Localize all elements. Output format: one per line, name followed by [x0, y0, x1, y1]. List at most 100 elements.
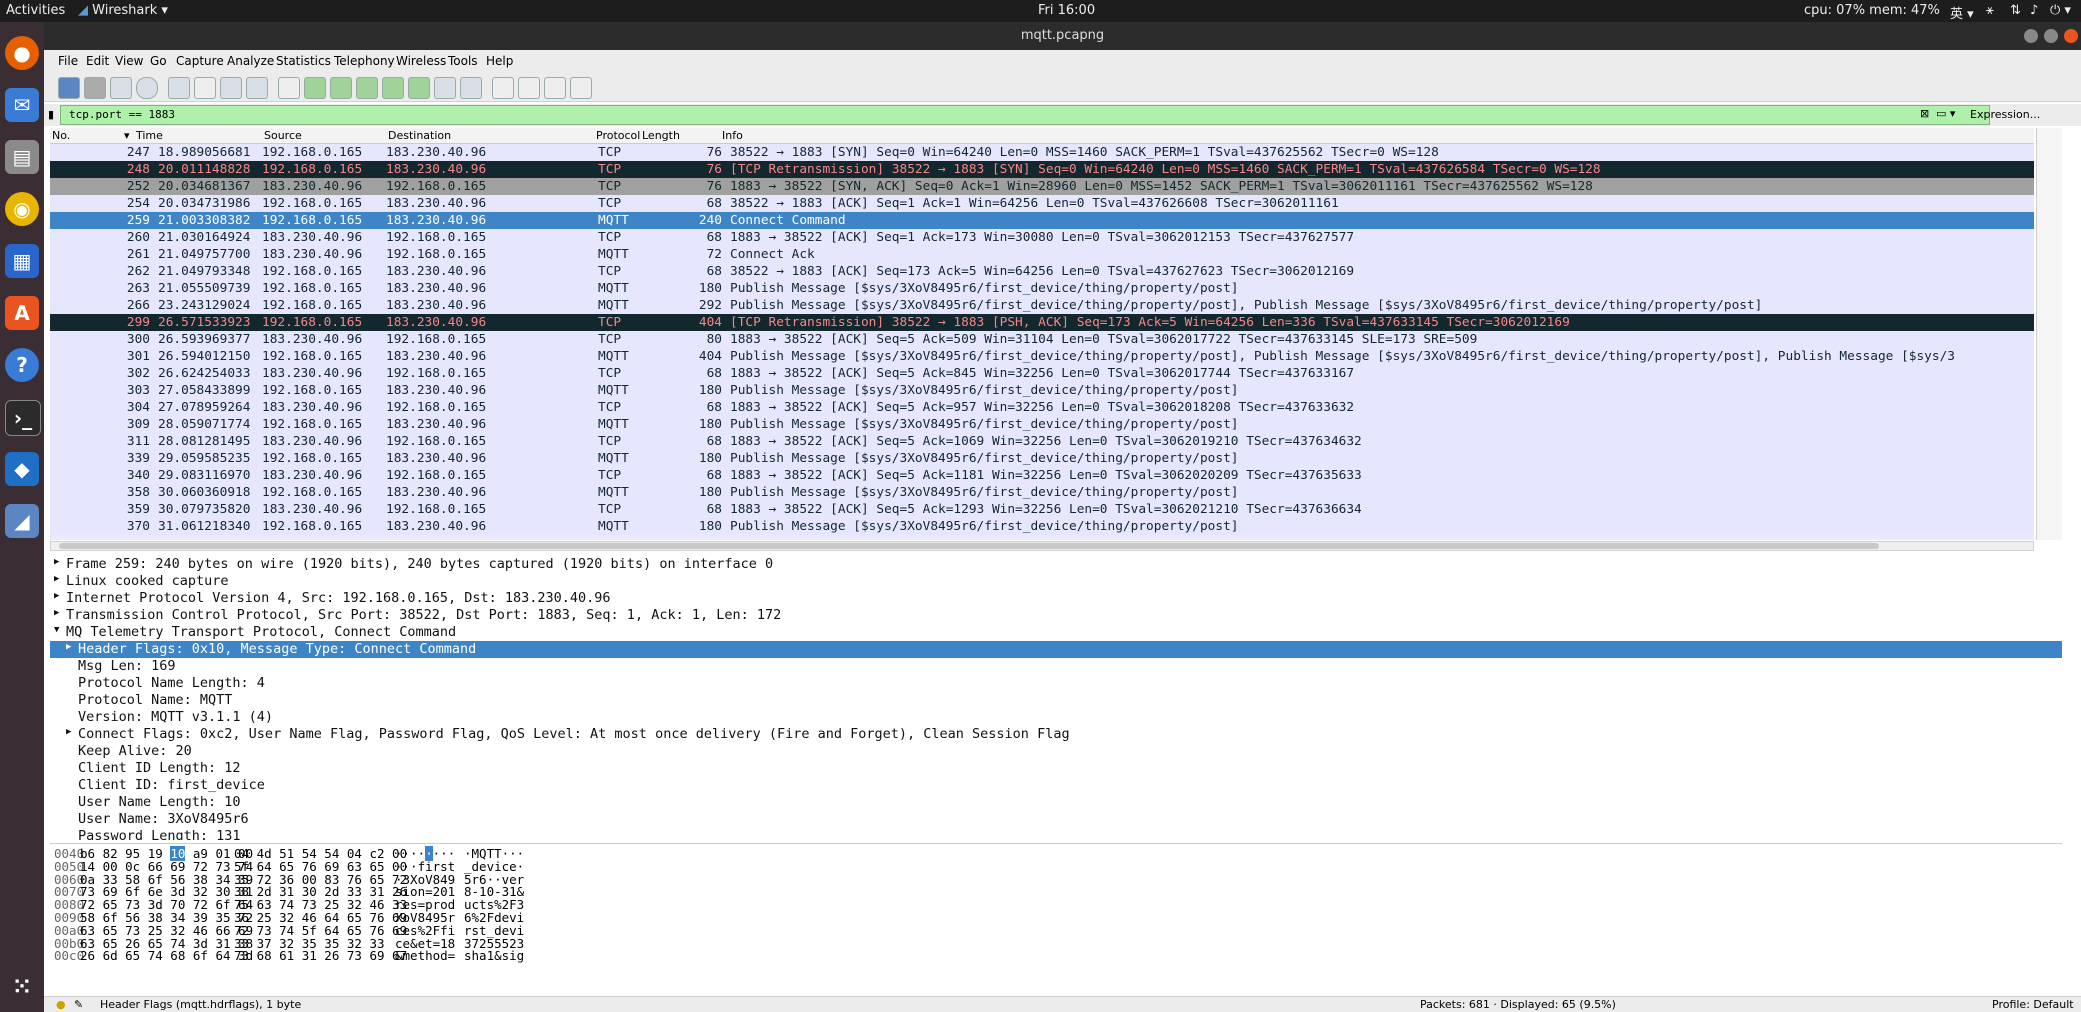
detail-tree-item[interactable]: ▶ Transmission Control Protocol, Src Port…	[50, 607, 2062, 624]
show-applications-icon[interactable]: ⁙	[5, 970, 39, 1004]
bytes-row[interactable]: 00c0 26 6d 65 74 68 6f 64 3d 73 68 61 31 2…	[50, 948, 650, 964]
bookmark-icon[interactable]: ▮	[48, 108, 54, 121]
collapsed-arrow-icon[interactable]: ▶	[54, 591, 59, 601]
packet-row[interactable]: 254 20.034731986 192.168.0.165 183.230.40.9…	[50, 195, 2034, 212]
menu-statistics[interactable]: Statistics	[276, 54, 331, 68]
expert-info-icon[interactable]: ●	[56, 998, 66, 1011]
packet-row[interactable]: 358 30.060360918 192.168.0.165 183.230.40.9…	[50, 484, 2034, 501]
maximize-icon[interactable]	[2044, 29, 2058, 43]
window-title-bar[interactable]: mqtt.pcapng	[44, 22, 2081, 50]
packet-row[interactable]: 309 28.059071774 192.168.0.165 183.230.40.9…	[50, 416, 2034, 433]
autoscroll-icon[interactable]	[434, 77, 456, 99]
menu-view[interactable]: View	[115, 54, 143, 68]
input-method-indicator[interactable]: 英 ▾	[1950, 3, 1974, 22]
detail-tree-item[interactable]: ▼ MQ Telemetry Transport Protocol, Connec…	[50, 624, 2062, 641]
help-icon[interactable]: ?	[5, 348, 39, 382]
detail-tree-item[interactable]: Password Length: 131	[50, 828, 2062, 840]
detail-tree-item[interactable]: Protocol Name Length: 4	[50, 675, 2062, 692]
accessibility-icon[interactable]: ⚹	[1986, 3, 1994, 18]
packet-row[interactable]: 266 23.243129024 192.168.0.165 183.230.40.9…	[50, 297, 2034, 314]
wireshark-icon[interactable]: ◢	[5, 504, 39, 538]
go-back-icon[interactable]	[304, 77, 326, 99]
menu-help[interactable]: Help	[486, 54, 513, 68]
packet-row[interactable]: 302 26.624254033 183.230.40.96 192.168.0.16…	[50, 365, 2034, 382]
packet-list[interactable]: 247 18.989056681 192.168.0.165 183.230.40.9…	[50, 144, 2034, 540]
detail-tree-item[interactable]: User Name Length: 10	[50, 794, 2062, 811]
menu-wireless[interactable]: Wireless	[396, 54, 446, 68]
menu-capture[interactable]: Capture	[176, 54, 224, 68]
detail-tree-item[interactable]: Client ID Length: 12	[50, 760, 2062, 777]
detail-tree-item[interactable]: Client ID: first_device	[50, 777, 2062, 794]
volume-icon[interactable]: ♪	[2030, 3, 2038, 18]
zoom-out-icon[interactable]	[518, 77, 540, 99]
packet-row[interactable]: 263 21.055509739 192.168.0.165 183.230.40.9…	[50, 280, 2034, 297]
packet-list-minimap[interactable]	[2036, 128, 2062, 540]
vscode-icon[interactable]: ◆	[5, 452, 39, 486]
writer-icon[interactable]: ▦	[5, 244, 39, 278]
packet-row[interactable]: 340 29.083116970 183.230.40.96 192.168.0.16…	[50, 467, 2034, 484]
expanded-arrow-icon[interactable]: ▼	[54, 625, 59, 635]
packet-row[interactable]: 311 28.081281495 183.230.40.96 192.168.0.16…	[50, 433, 2034, 450]
software-center-icon[interactable]: A	[5, 296, 39, 330]
detail-tree-item[interactable]: Protocol Name: MQTT	[50, 692, 2062, 709]
column-header-time[interactable]: Time	[136, 129, 163, 142]
menu-tools[interactable]: Tools	[448, 54, 478, 68]
detail-tree-item[interactable]: Msg Len: 169	[50, 658, 2062, 675]
menu-edit[interactable]: Edit	[86, 54, 109, 68]
collapsed-arrow-icon[interactable]: ▶	[66, 727, 71, 737]
packet-list-hscrollbar[interactable]	[50, 541, 2034, 551]
column-header-source[interactable]: Source	[264, 129, 302, 142]
packet-row[interactable]: 262 21.049793348 192.168.0.165 183.230.40.9…	[50, 263, 2034, 280]
packet-row[interactable]: 304 27.078959264 183.230.40.96 192.168.0.16…	[50, 399, 2034, 416]
packet-row[interactable]: 339 29.059585235 192.168.0.165 183.230.40.9…	[50, 450, 2034, 467]
detail-tree-item[interactable]: Keep Alive: 20	[50, 743, 2062, 760]
close-icon[interactable]	[2064, 29, 2078, 43]
collapsed-arrow-icon[interactable]: ▶	[54, 608, 59, 618]
go-to-packet-icon[interactable]	[356, 77, 378, 99]
detail-tree-item[interactable]: Version: MQTT v3.1.1 (4)	[50, 709, 2062, 726]
network-icon[interactable]: ⇅	[2010, 3, 2021, 18]
status-profile[interactable]: Profile: Default	[1992, 998, 2074, 1011]
open-file-icon[interactable]	[168, 77, 190, 99]
packet-bytes-pane[interactable]: 0040 b6 82 95 19 10 a9 01 00 04 4d 51 54 5…	[50, 843, 2062, 983]
restart-capture-icon[interactable]	[110, 77, 132, 99]
go-first-icon[interactable]	[382, 77, 404, 99]
go-forward-icon[interactable]	[330, 77, 352, 99]
collapsed-arrow-icon[interactable]: ▶	[54, 574, 59, 584]
activities-button[interactable]: Activities	[6, 3, 65, 18]
detail-tree-item[interactable]: ▶ Header Flags: 0x10, Message Type: Conne…	[50, 641, 2062, 658]
system-monitor[interactable]: cpu: 07% mem: 47%	[1804, 3, 1940, 18]
expression-button[interactable]: Expression...	[1970, 108, 2040, 121]
collapsed-arrow-icon[interactable]: ▶	[54, 557, 59, 567]
packet-row[interactable]: 359 30.079735820 183.230.40.96 192.168.0.16…	[50, 501, 2034, 518]
column-header-destination[interactable]: Destination	[388, 129, 451, 142]
display-filter-input[interactable]: tcp.port == 1883	[60, 105, 1990, 125]
packet-row[interactable]: 248 20.011148828 192.168.0.165 183.230.40.9…	[50, 161, 2034, 178]
packet-row[interactable]: 300 26.593969377 183.230.40.96 192.168.0.16…	[50, 331, 2034, 348]
clear-filter-icon[interactable]: ⊠	[1920, 107, 1929, 120]
minimize-icon[interactable]	[2024, 29, 2038, 43]
clock[interactable]: Fri 16:00	[1038, 3, 1095, 18]
menu-go[interactable]: Go	[150, 54, 167, 68]
hscroll-thumb[interactable]	[59, 543, 1879, 549]
normal-size-icon[interactable]	[544, 77, 566, 99]
edit-comment-icon[interactable]: ✎	[74, 998, 83, 1011]
detail-tree-item[interactable]: ▶ Internet Protocol Version 4, Src: 192.1…	[50, 590, 2062, 607]
power-icon[interactable]: ⏻ ▾	[2050, 3, 2071, 18]
go-last-icon[interactable]	[408, 77, 430, 99]
packet-row[interactable]: 252 20.034681367 183.230.40.96 192.168.0.16…	[50, 178, 2034, 195]
terminal-icon[interactable]: ›_	[5, 400, 41, 436]
menu-file[interactable]: File	[58, 54, 78, 68]
packet-row[interactable]: 299 26.571533923 192.168.0.165 183.230.40.9…	[50, 314, 2034, 331]
column-header-length[interactable]: Length	[642, 129, 680, 142]
save-file-icon[interactable]	[194, 77, 216, 99]
capture-options-icon[interactable]	[136, 77, 158, 99]
packet-details-tree[interactable]: ▶ Frame 259: 240 bytes on wire (1920 bits…	[50, 556, 2062, 840]
detail-tree-item[interactable]: ▶ Linux cooked capture	[50, 573, 2062, 590]
firefox-icon[interactable]: ●	[5, 36, 39, 70]
resize-columns-icon[interactable]	[570, 77, 592, 99]
close-file-icon[interactable]	[220, 77, 242, 99]
packet-row[interactable]: 370 31.061218340 192.168.0.165 183.230.40.9…	[50, 518, 2034, 535]
files-icon[interactable]: ▤	[5, 140, 39, 174]
colorize-icon[interactable]	[460, 77, 482, 99]
